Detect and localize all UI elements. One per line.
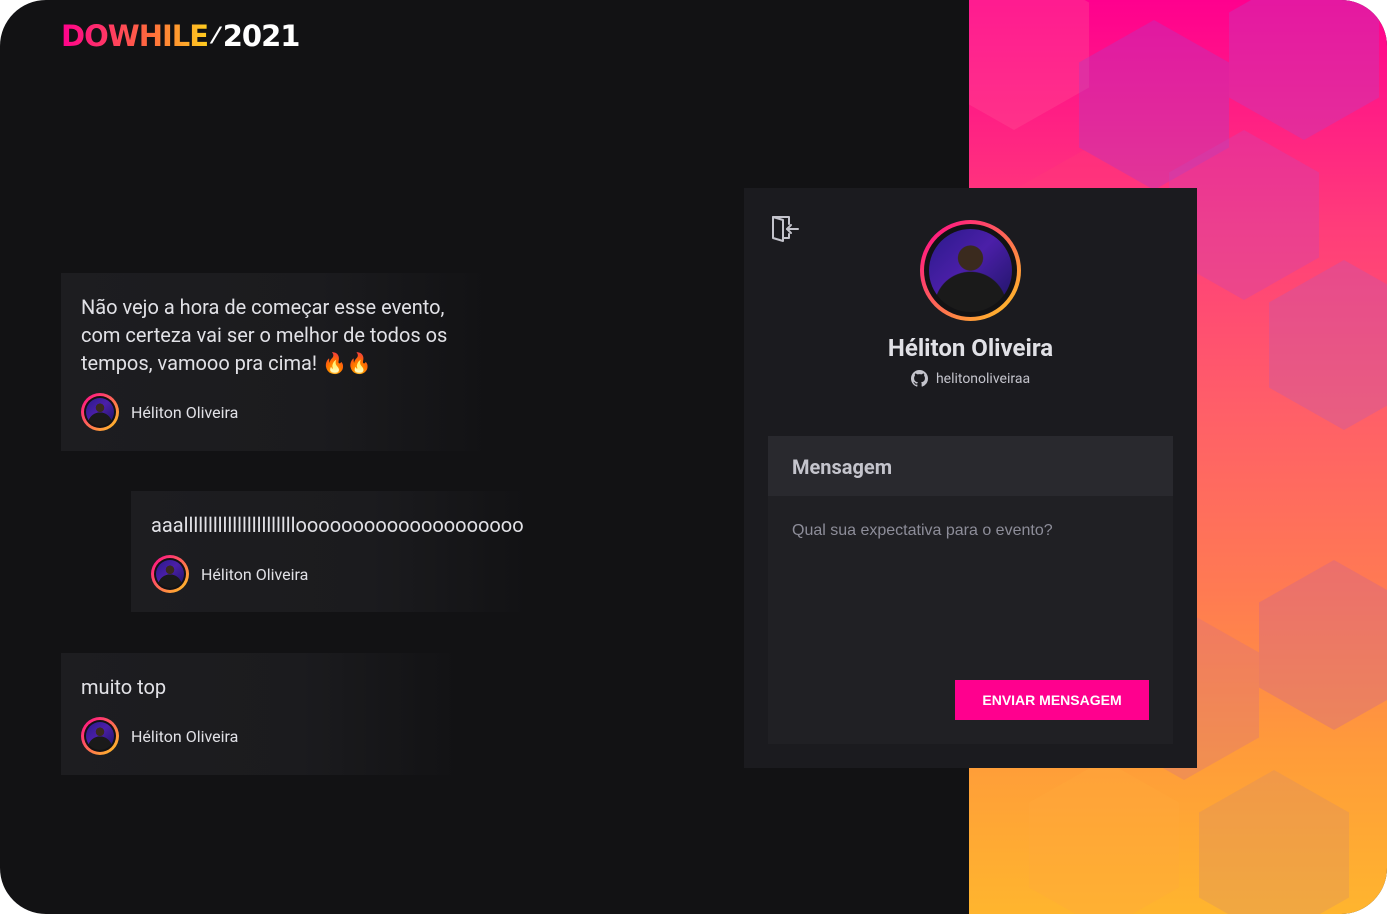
profile-avatar: [920, 220, 1021, 321]
message-author: Héliton Oliveira: [81, 393, 238, 431]
app-window: DOWHILE ⁄ 2021 Não vejo a hora de começa…: [0, 0, 1387, 914]
logo-brand: DOWHILE: [61, 19, 209, 53]
sign-out-icon[interactable]: [770, 214, 800, 244]
author-name: Héliton Oliveira: [201, 564, 309, 584]
message-text: aaallllllllllllllllllllllloooooooooooooo…: [151, 513, 524, 537]
avatar: [81, 393, 119, 431]
message-textarea[interactable]: [768, 496, 1173, 666]
avatar: [81, 717, 119, 755]
message-author: Héliton Oliveira: [151, 555, 308, 593]
message-author: Héliton Oliveira: [81, 717, 238, 755]
send-message-button[interactable]: Enviar mensagem: [955, 680, 1149, 720]
message-text: muito top: [81, 675, 167, 699]
github-login: helitonoliveiraa: [935, 370, 1031, 387]
author-name: Héliton Oliveira: [131, 402, 239, 422]
profile-name: Héliton Oliveira: [887, 334, 1054, 362]
rocket-icon: ⁄: [214, 23, 218, 49]
github-username: helitonoliveiraa: [744, 370, 1197, 387]
avatar: [151, 555, 189, 593]
message-text: Não vejo a hora de começar esse evento, …: [81, 295, 448, 375]
github-icon: [910, 370, 928, 387]
message-card: [131, 491, 531, 612]
message-form: Mensagem Enviar mensagem: [768, 436, 1173, 744]
author-name: Héliton Oliveira: [131, 726, 239, 746]
message-card: [61, 653, 461, 775]
logo-year: 2021: [222, 19, 301, 53]
dowhile-logo: DOWHILE ⁄ 2021: [61, 19, 301, 53]
form-header: Mensagem: [768, 436, 1173, 496]
